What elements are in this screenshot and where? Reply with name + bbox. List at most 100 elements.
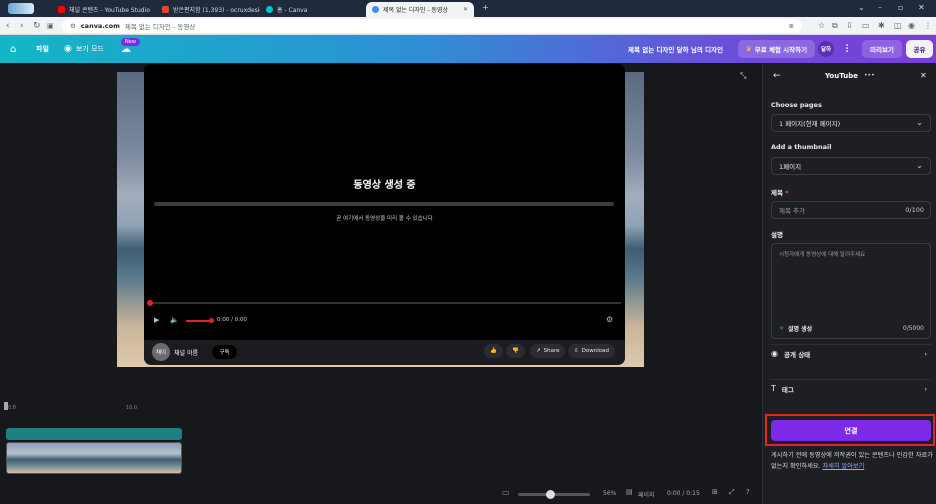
title-input[interactable]: 제목 추가 0/100	[771, 201, 931, 219]
close-panel-icon[interactable]: ✕	[920, 71, 927, 80]
description-placeholder: 시청자에게 동영상에 대해 알려주세요	[779, 252, 866, 258]
seek-handle[interactable]	[147, 300, 153, 306]
browser-tab-active[interactable]: 제목 없는 디자인 - 동영상 ✕	[366, 2, 474, 17]
analytics-icon[interactable]: ⫶	[838, 40, 856, 58]
view-mode-button[interactable]: ◉ 보기 모드	[64, 35, 104, 63]
start-trial-button[interactable]: ♛ 무료 체험 시작하기	[738, 40, 815, 58]
volume-icon[interactable]: 🔈	[170, 316, 179, 324]
thumbnail-label: Add a thumbnail	[771, 143, 832, 151]
choose-pages-label: Choose pages	[771, 101, 822, 109]
pages-icon[interactable]: ▤	[626, 488, 633, 496]
bookmark-icon[interactable]: ☆	[818, 20, 825, 32]
notes-icon[interactable]: ▭	[502, 488, 510, 497]
new-badge: New	[121, 38, 140, 46]
volume-handle[interactable]	[209, 318, 214, 323]
browser-tab-strip: 채널 콘텐츠 - YouTube Studio 받은편지함 (1,393) - …	[0, 0, 936, 17]
generation-progress-track	[154, 202, 614, 206]
avatar[interactable]: 달하	[818, 41, 834, 57]
learn-more-link[interactable]: 자세히 알아보기	[822, 463, 864, 470]
title-placeholder: 제목 추가	[779, 207, 805, 215]
generating-subtext: 곧 여기에서 동영상을 미리 볼 수 있습니다	[336, 216, 433, 222]
video-track-clip[interactable]	[6, 442, 182, 474]
visibility-row[interactable]: ◉ 공개 상태 ›	[771, 344, 931, 362]
video-preview-modal: 동영상 생성 중 곧 여기에서 동영상을 미리 볼 수 있습니다 ▶ 🔈 0:0…	[144, 64, 625, 364]
more-options-icon[interactable]: •••	[864, 72, 875, 79]
tags-row[interactable]: T 태그 ›	[771, 379, 931, 397]
extension-icon[interactable]: ⧉	[832, 20, 838, 32]
close-tab-icon[interactable]: ✕	[463, 6, 468, 13]
home-button[interactable]: ⌂	[10, 35, 16, 63]
browser-tab[interactable]: 홈 - Canva	[260, 2, 364, 17]
youtube-favicon-icon	[58, 6, 65, 13]
minimize-icon[interactable]: –	[878, 3, 882, 12]
timeline: 0.8 10.0	[0, 332, 762, 441]
eye-icon: ◉	[64, 44, 72, 54]
fullscreen-icon[interactable]: ⤢	[729, 488, 735, 497]
close-window-icon[interactable]: ✕	[918, 3, 925, 12]
site-info-icon[interactable]: ⚙	[70, 22, 76, 30]
help-icon[interactable]: ?	[746, 488, 750, 496]
choose-pages-value: 1 페이지(현재 페이지)	[779, 120, 841, 128]
text-t-icon: T	[771, 384, 776, 393]
choose-pages-select[interactable]: 1 페이지(현재 페이지) ⌄	[771, 114, 931, 132]
grid-view-icon[interactable]: ⊞	[712, 488, 718, 496]
new-tab-button[interactable]: +	[482, 3, 489, 12]
collapse-icon[interactable]: ⤡	[740, 71, 746, 81]
connect-button[interactable]: 연결	[771, 420, 931, 441]
video-seek-bar[interactable]	[148, 302, 621, 304]
side-panel-icon[interactable]: ◫	[894, 20, 902, 32]
tab-title: 받은편지함 (1,393) - ocruxdesig	[173, 7, 260, 14]
eye-icon: ◉	[771, 349, 778, 358]
tab-title: 제목 없는 디자인 - 동영상	[383, 7, 448, 14]
title-label-text: 제목	[771, 189, 783, 197]
forward-icon[interactable]: ›	[20, 20, 24, 32]
timeline-mark: 0.8	[8, 405, 16, 411]
file-menu[interactable]: 파일	[36, 35, 49, 63]
profile-icon[interactable]: ◉	[908, 20, 915, 32]
timeline-mark: 10.0	[126, 405, 138, 411]
description-textarea[interactable]: 시청자에게 동영상에 대해 알려주세요 ✧ 설명 생성 0/5000	[771, 243, 931, 339]
generating-heading: 동영상 생성 중	[353, 180, 416, 191]
home-icon: ⌂	[10, 43, 17, 55]
preview-button[interactable]: 미리보기	[862, 40, 902, 58]
back-arrow-icon[interactable]: ←	[773, 71, 781, 81]
tab-search-icon[interactable]: ⌄	[858, 3, 865, 12]
copyright-notice: 게시하기 전에 동영상에 저작권이 있는 콘텐츠나 민감한 자료가 없는지 확인…	[771, 450, 933, 472]
description-char-count: 0/5000	[902, 325, 924, 332]
title-label: 제목 *	[771, 187, 789, 197]
playhead[interactable]	[4, 402, 8, 410]
pages-label[interactable]: 페이지	[638, 490, 655, 499]
audio-track-clip[interactable]	[6, 428, 182, 440]
url-field[interactable]: ⚙ canva.com 제목 없는 디자인 - 동영상 ⊕	[62, 19, 802, 33]
settings-gear-icon[interactable]: ⚙	[606, 315, 613, 324]
thumbnail-value: 1페이지	[779, 163, 802, 171]
translate-icon[interactable]: ⊕	[789, 22, 794, 30]
visibility-label: 공개 상태	[783, 350, 811, 359]
share-button[interactable]: 공유	[906, 40, 933, 58]
browser-address-bar: ‹ › ↻ ▣ ⚙ canva.com 제목 없는 디자인 - 동영상 ⊕ ☆ …	[0, 17, 936, 35]
browser-tab[interactable]: 받은편지함 (1,393) - ocruxdesig	[156, 2, 260, 17]
zoom-handle[interactable]	[546, 490, 555, 499]
panel-title: YouTube	[825, 72, 858, 80]
reload-icon[interactable]: ↻	[33, 20, 41, 32]
maximize-icon[interactable]: ▫	[898, 3, 903, 12]
generate-description-button[interactable]: ✧ 설명 생성	[779, 324, 812, 333]
back-icon[interactable]: ‹	[6, 20, 10, 32]
url-domain: canva.com	[80, 22, 120, 30]
design-title[interactable]: 제목 없는 디자인 달하 님의 디자인	[628, 35, 723, 63]
description-label: 설명	[771, 231, 783, 239]
tab-groups-icon[interactable]: ▣	[47, 20, 54, 32]
cast-icon[interactable]: ▭	[862, 20, 870, 32]
thumbnail-select[interactable]: 1페이지 ⌄	[771, 157, 931, 175]
play-icon[interactable]: ▶	[154, 316, 159, 324]
chevron-right-icon: ›	[924, 349, 927, 358]
url-path: 제목 없는 디자인 - 동영상	[124, 23, 196, 31]
browser-profile-art[interactable]	[8, 3, 34, 14]
tab-title: 채널 콘텐츠 - YouTube Studio	[69, 7, 150, 14]
extensions-puzzle-icon[interactable]: ✱	[878, 20, 885, 32]
download-icon[interactable]: ⇩	[846, 20, 853, 32]
browser-tab[interactable]: 채널 콘텐츠 - YouTube Studio	[52, 2, 156, 17]
canva-toolbar: ⌂ 파일 ◉ 보기 모드 ☁ New 제목 없는 디자인 달하 님의 디자인 ♛…	[0, 35, 936, 63]
time-readout: 0:00 / 0:15	[667, 490, 700, 497]
menu-kebab-icon[interactable]: ⋮	[924, 20, 932, 32]
